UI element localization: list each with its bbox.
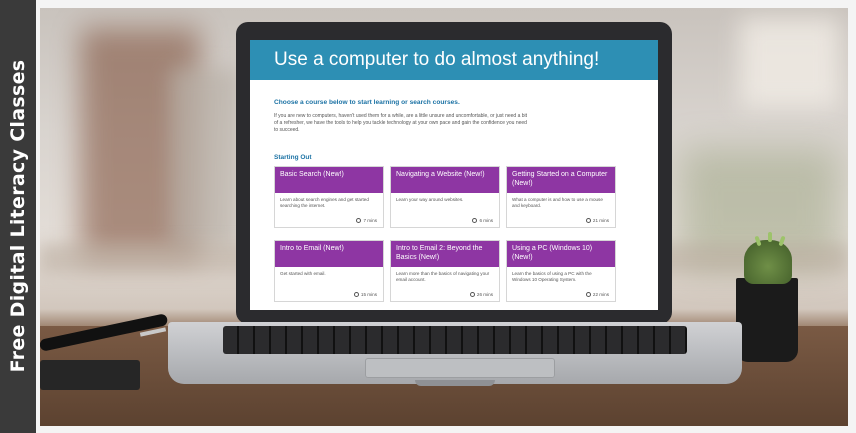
ad-banner: Free Digital Literacy Classes Use a comp… (0, 0, 856, 433)
clock-icon (585, 218, 591, 223)
laptop-trackpad (365, 358, 555, 378)
plant-pot (736, 278, 798, 362)
page-header: Use a computer to do almost anything! (250, 40, 658, 80)
course-card[interactable]: Using a PC (Windows 10) (New!) Learn the… (506, 240, 616, 302)
course-description: Learn your way around websites. (396, 197, 464, 202)
clock-icon (356, 218, 362, 223)
background-blur (740, 18, 840, 108)
course-duration: 22 mins (585, 292, 609, 297)
course-time: 22 mins (592, 292, 609, 297)
course-card[interactable]: Intro to Email 2: Beyond the Basics (New… (390, 240, 500, 302)
course-time: 15 mins (360, 292, 377, 297)
clock-icon (472, 218, 478, 223)
course-description: Learn the basics of using a PC with the … (512, 271, 592, 282)
course-search-prompt[interactable]: Choose a course below to start learning … (274, 99, 460, 106)
intro-text: If you are new to computers, haven't use… (274, 113, 528, 133)
course-time: 6 mins (479, 218, 493, 223)
banner-vertical-title: Free Digital Literacy Classes (7, 59, 29, 373)
course-title[interactable]: Getting Started on a Computer (New!) (507, 167, 615, 193)
laptop-screen: Use a computer to do almost anything! Ch… (250, 40, 658, 310)
course-description: Get started with email. (280, 271, 326, 276)
course-duration: 7 mins (356, 218, 377, 223)
sidebar-banner: Free Digital Literacy Classes (0, 0, 36, 433)
section-title: Starting Out (274, 154, 312, 161)
clock-icon (353, 292, 359, 297)
course-duration: 26 mins (469, 292, 493, 297)
course-title[interactable]: Intro to Email 2: Beyond the Basics (New… (391, 241, 499, 267)
course-title[interactable]: Using a PC (Windows 10) (New!) (507, 241, 615, 267)
laptop-notch (415, 380, 495, 386)
course-duration: 21 mins (585, 218, 609, 223)
laptop-keyboard (223, 326, 687, 354)
page-title: Use a computer to do almost anything! (274, 49, 600, 70)
course-card[interactable]: Basic Search (New!) Learn about search e… (274, 166, 384, 228)
background-blur (170, 68, 240, 248)
course-title[interactable]: Navigating a Website (New!) (391, 167, 499, 193)
course-card[interactable]: Intro to Email (New!) Get started with e… (274, 240, 384, 302)
notebook (40, 360, 140, 390)
course-description: Learn about search engines and get start… (280, 197, 369, 208)
course-description: Learn more than the basics of navigating… (396, 271, 490, 282)
course-duration: 6 mins (472, 218, 493, 223)
course-card[interactable]: Navigating a Website (New!) Learn your w… (390, 166, 500, 228)
cactus-plant (744, 240, 792, 284)
clock-icon (469, 292, 475, 297)
course-description: What a computer is and how to use a mous… (512, 197, 603, 208)
course-time: 7 mins (363, 218, 377, 223)
course-title[interactable]: Basic Search (New!) (275, 167, 383, 193)
clock-icon (585, 292, 591, 297)
course-title[interactable]: Intro to Email (New!) (275, 241, 383, 267)
laptop-photo: Use a computer to do almost anything! Ch… (40, 8, 848, 426)
course-card[interactable]: Getting Started on a Computer (New!) Wha… (506, 166, 616, 228)
course-time: 26 mins (476, 292, 493, 297)
course-time: 21 mins (592, 218, 609, 223)
course-duration: 15 mins (353, 292, 377, 297)
cactus-spike (768, 232, 772, 242)
